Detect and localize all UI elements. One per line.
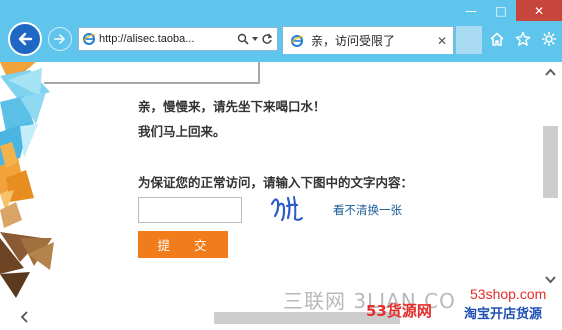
message-line-1: 亲，慢慢来，请先坐下来喝口水！ — [138, 99, 326, 114]
command-icons — [488, 30, 558, 48]
vertical-scrollbar[interactable] — [540, 62, 562, 308]
scroll-left-arrow-icon[interactable] — [20, 311, 28, 326]
watermark-brand: 53货源网 — [366, 302, 432, 320]
captcha-input[interactable] — [138, 197, 242, 223]
back-arrow-icon — [18, 32, 33, 46]
dropdown-icon[interactable] — [251, 35, 259, 43]
refresh-icon[interactable] — [261, 33, 273, 45]
forward-button[interactable] — [48, 27, 72, 51]
minimize-button[interactable]: — — [456, 0, 486, 21]
browser-chrome: — □ ✕ http://alisec.taoba... 亲，访问受限了 ✕ — [0, 0, 562, 62]
new-tab-button[interactable] — [456, 26, 482, 54]
captcha-prompt: 为保证您的正常访问，请输入下图中的文字内容： — [138, 175, 414, 190]
home-icon[interactable] — [488, 30, 506, 48]
address-url[interactable]: http://alisec.taoba... — [99, 33, 237, 45]
forward-arrow-icon — [54, 34, 65, 44]
tab-active[interactable]: 亲，访问受限了 ✕ — [282, 26, 454, 54]
tab-title: 亲，访问受限了 — [311, 34, 396, 48]
close-window-button[interactable]: ✕ — [516, 0, 562, 21]
settings-gear-icon[interactable] — [540, 30, 558, 48]
close-icon[interactable]: ✕ — [437, 34, 447, 48]
refresh-captcha-link[interactable]: 看不清换一张 — [333, 202, 402, 218]
scroll-up-arrow-icon[interactable] — [545, 68, 556, 79]
page-content: 亲，慢慢来，请先坐下来喝口水！ 我们马上回来。 为保证您的正常访问，请输入下图中… — [0, 62, 540, 308]
watermark-shop-url: 53shop.com — [470, 286, 547, 302]
vertical-scroll-thumb[interactable] — [543, 126, 558, 198]
favorites-star-icon[interactable] — [514, 30, 532, 48]
watermark-slogan: 淘宝开店货源 — [464, 307, 543, 322]
popup-panel-edge — [44, 62, 260, 84]
captcha-image[interactable] — [266, 192, 308, 224]
search-icon[interactable] — [237, 33, 249, 45]
tab-ie-logo-icon — [287, 34, 307, 48]
ie-logo-icon — [79, 32, 99, 46]
submit-button[interactable]: 提 交 — [138, 231, 228, 258]
scroll-down-arrow-icon[interactable] — [545, 276, 556, 287]
message-line-2: 我们马上回来。 — [138, 124, 226, 139]
back-button[interactable] — [8, 22, 42, 56]
address-bar[interactable]: http://alisec.taoba... — [78, 27, 278, 51]
window-controls: — □ ✕ — [456, 0, 562, 21]
maximize-button[interactable]: □ — [486, 0, 516, 21]
decorative-polygon-art — [0, 62, 54, 298]
